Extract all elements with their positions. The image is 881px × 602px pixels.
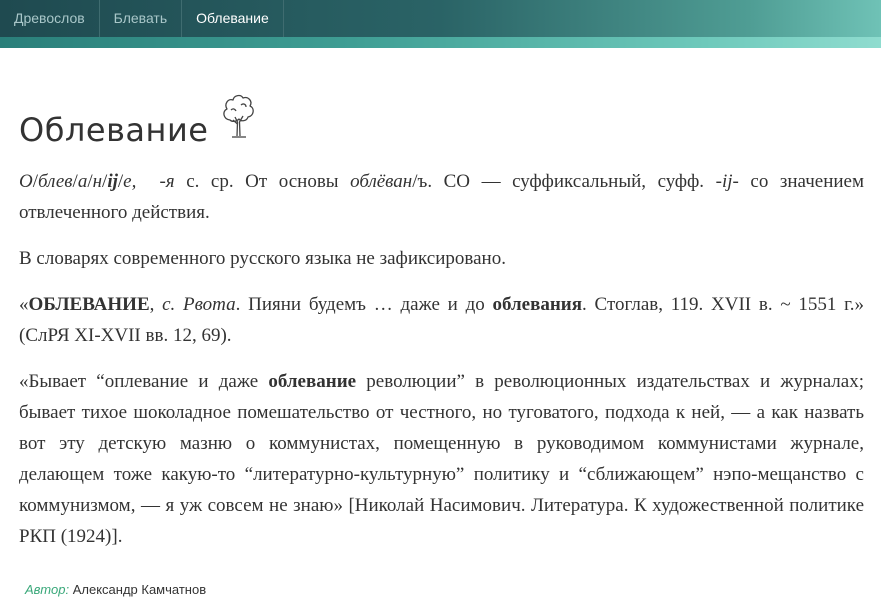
highlighted-word: облевания xyxy=(492,294,583,315)
quote-stoglav: «ОБЛЕВАНИЕ, с. Рвота. Пияни будемъ … даж… xyxy=(19,289,864,351)
article-body: О/блев/а/н/ij/е, -я с. ср. От основы обл… xyxy=(19,166,864,567)
morph-suffix: -ij- xyxy=(715,171,739,192)
tab-drevoslov[interactable]: Древослов xyxy=(0,0,100,37)
tab-oblevanie[interactable]: Облевание xyxy=(182,0,284,37)
nav-tabs: Древослов Блевать Облевание xyxy=(0,0,284,37)
morph-stem: облёван xyxy=(350,171,413,192)
morph-ending: -я xyxy=(159,171,175,192)
quote-mark: « xyxy=(19,294,29,315)
morphology-paragraph: О/блев/а/н/ij/е, -я с. ср. От основы обл… xyxy=(19,166,864,228)
tree-icon xyxy=(220,92,256,143)
top-navigation: Древослов Блевать Облевание xyxy=(0,0,881,48)
morph-segment: н xyxy=(92,171,103,192)
morph-segment-suffix: ij xyxy=(107,171,118,192)
quote-text: революции” в революционных издательствах… xyxy=(19,371,864,547)
nav-accent-strip xyxy=(0,37,881,48)
morph-segment: блев xyxy=(38,171,73,192)
morph-segment: а xyxy=(77,171,88,192)
morph-text: /ъ. СО — суффиксальный, суфф. xyxy=(412,171,716,192)
quote-nasimovich: «Бывает “оплевание и даже облевание рево… xyxy=(19,366,864,552)
morph-segment: е, xyxy=(123,171,137,192)
morph-text: с. ср. От основы xyxy=(174,171,351,192)
dictionary-note: В словарях современного русского языка н… xyxy=(19,248,506,269)
quote-text: . Пияни будемъ … даже и до xyxy=(235,294,493,315)
author-label: Автор xyxy=(25,582,66,597)
author-separator: : xyxy=(65,582,70,597)
gloss: с. Рвота xyxy=(162,294,236,315)
quote-text: , xyxy=(149,294,163,315)
tab-blevat[interactable]: Блевать xyxy=(100,0,183,37)
title-row: Облевание xyxy=(19,92,256,149)
morph-segment: О xyxy=(19,171,33,192)
author-line: Автор: Александр Камчатнов xyxy=(25,582,206,597)
highlighted-word: облевание xyxy=(268,371,357,392)
page-title: Облевание xyxy=(19,111,209,149)
author-name: Александр Камчатнов xyxy=(72,582,207,597)
headword: ОБЛЕВАНИЕ xyxy=(28,294,150,315)
quote-text: «Бывает “оплевание и даже xyxy=(19,371,269,392)
